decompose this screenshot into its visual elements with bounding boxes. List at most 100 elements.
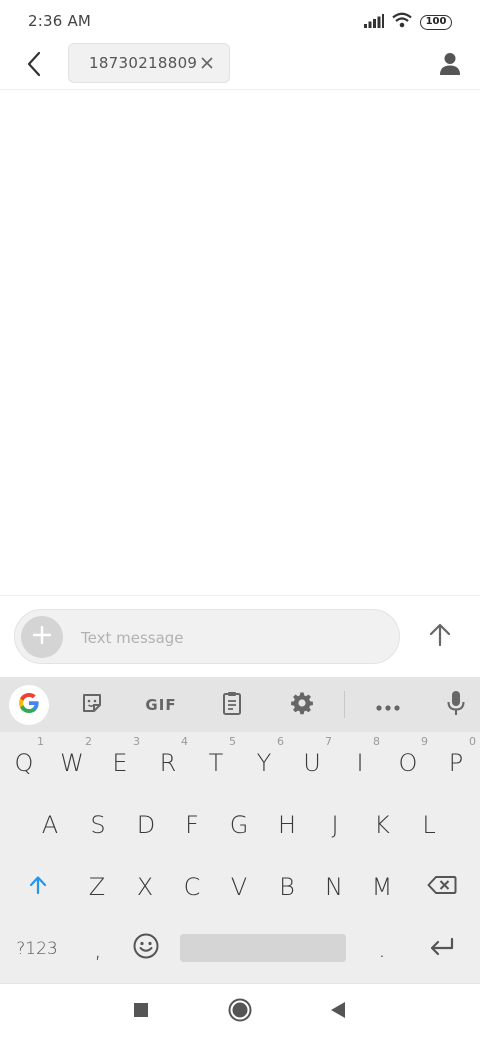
key-hint: 8 xyxy=(373,735,380,748)
key-label: R xyxy=(159,749,177,777)
key-u[interactable]: 7U xyxy=(288,732,336,794)
period-key[interactable]: . xyxy=(358,918,406,980)
clipboard-button[interactable] xyxy=(212,685,252,725)
key-c[interactable]: C xyxy=(168,856,216,918)
message-list xyxy=(0,91,480,595)
conversation-header: 18730218809 xyxy=(0,42,480,90)
recipient-chip[interactable]: 18730218809 xyxy=(68,43,230,83)
back-button[interactable] xyxy=(16,48,52,84)
key-m[interactable]: M xyxy=(358,856,406,918)
send-arrow-icon xyxy=(429,623,451,651)
key-b[interactable]: B xyxy=(263,856,311,918)
key-label: Y xyxy=(256,749,272,777)
key-row-1: 1Q 2W 3E 4R 5T 6Y 7U 8I 9O 0P xyxy=(0,732,480,794)
key-x[interactable]: X xyxy=(121,856,169,918)
sticker-button[interactable] xyxy=(72,685,112,725)
backspace-key[interactable] xyxy=(414,856,470,918)
recipient-number: 18730218809 xyxy=(89,54,198,72)
close-icon[interactable] xyxy=(197,53,217,73)
key-z[interactable]: Z xyxy=(73,856,121,918)
settings-icon xyxy=(290,691,314,719)
google-icon xyxy=(17,691,41,719)
key-label: Q xyxy=(14,749,34,777)
key-l[interactable]: L xyxy=(405,794,453,856)
key-e[interactable]: 3E xyxy=(96,732,144,794)
key-y[interactable]: 6Y xyxy=(240,732,288,794)
settings-button[interactable] xyxy=(282,685,322,725)
key-g[interactable]: G xyxy=(215,794,263,856)
emoji-key[interactable] xyxy=(122,918,170,980)
nav-back-button[interactable] xyxy=(320,994,356,1030)
contact-button[interactable] xyxy=(432,48,468,84)
key-label: O xyxy=(398,749,418,777)
key-r[interactable]: 4R xyxy=(144,732,192,794)
battery-icon: 100 xyxy=(420,14,452,30)
plus-icon xyxy=(32,625,52,648)
add-attachment-button[interactable] xyxy=(21,616,63,658)
key-hint: 4 xyxy=(181,735,188,748)
key-row-4: ?123 , . xyxy=(0,918,480,980)
key-p[interactable]: 0P xyxy=(432,732,480,794)
key-q[interactable]: 1Q xyxy=(0,732,48,794)
key-label: T xyxy=(208,749,224,777)
home-button[interactable] xyxy=(222,994,258,1030)
clipboard-icon xyxy=(222,691,242,719)
status-icons: 100 xyxy=(364,12,452,32)
home-icon xyxy=(228,998,252,1026)
key-hint: 6 xyxy=(277,735,284,748)
compose-divider xyxy=(0,595,480,596)
key-hint: 1 xyxy=(37,735,44,748)
key-h[interactable]: H xyxy=(263,794,311,856)
key-row-3: Z X C V B N M xyxy=(0,856,480,918)
key-hint: 9 xyxy=(421,735,428,748)
send-button[interactable] xyxy=(418,615,462,659)
more-button[interactable] xyxy=(368,685,408,725)
key-label: W xyxy=(60,749,84,777)
enter-key[interactable] xyxy=(414,918,470,980)
key-i[interactable]: 8I xyxy=(336,732,384,794)
space-key[interactable] xyxy=(180,934,346,962)
voice-input-button[interactable] xyxy=(436,685,476,725)
key-j[interactable]: J xyxy=(311,794,359,856)
symbols-key[interactable]: ?123 xyxy=(6,918,68,980)
key-o[interactable]: 9O xyxy=(384,732,432,794)
key-t[interactable]: 5T xyxy=(192,732,240,794)
key-k[interactable]: K xyxy=(358,794,406,856)
toolbar-divider xyxy=(344,691,345,718)
comma-key[interactable]: , xyxy=(74,918,122,980)
status-bar: 2:36 AM 100 xyxy=(0,0,480,42)
key-hint: 2 xyxy=(85,735,92,748)
recents-icon xyxy=(133,1002,149,1022)
key-label: P xyxy=(448,749,464,777)
key-hint: 0 xyxy=(469,735,476,748)
key-n[interactable]: N xyxy=(310,856,358,918)
signal-icon xyxy=(364,13,384,32)
sticker-icon xyxy=(81,692,103,718)
status-time: 2:36 AM xyxy=(28,12,92,30)
back-icon xyxy=(330,1001,346,1023)
key-hint: 5 xyxy=(229,735,236,748)
shift-icon xyxy=(28,873,48,901)
recents-button[interactable] xyxy=(123,994,159,1030)
key-hint: 3 xyxy=(133,735,140,748)
key-row-2: A S D F G H J K L xyxy=(0,794,480,856)
backspace-icon xyxy=(427,873,457,901)
wifi-icon xyxy=(392,12,412,32)
key-f[interactable]: F xyxy=(168,794,216,856)
key-w[interactable]: 2W xyxy=(48,732,96,794)
emoji-icon xyxy=(133,933,159,965)
gif-button[interactable]: GIF xyxy=(138,685,184,725)
key-label: E xyxy=(112,749,128,777)
google-button[interactable] xyxy=(9,685,49,725)
key-hint: 7 xyxy=(325,735,332,748)
key-d[interactable]: D xyxy=(122,794,170,856)
gif-label: GIF xyxy=(145,696,177,714)
navigation-bar xyxy=(0,983,480,1040)
key-a[interactable]: A xyxy=(26,794,74,856)
shift-key[interactable] xyxy=(10,856,66,918)
key-v[interactable]: V xyxy=(215,856,263,918)
key-s[interactable]: S xyxy=(74,794,122,856)
key-label: I xyxy=(356,749,364,777)
keyboard-toolbar: GIF xyxy=(0,677,480,732)
message-input[interactable]: Text message xyxy=(14,609,400,664)
